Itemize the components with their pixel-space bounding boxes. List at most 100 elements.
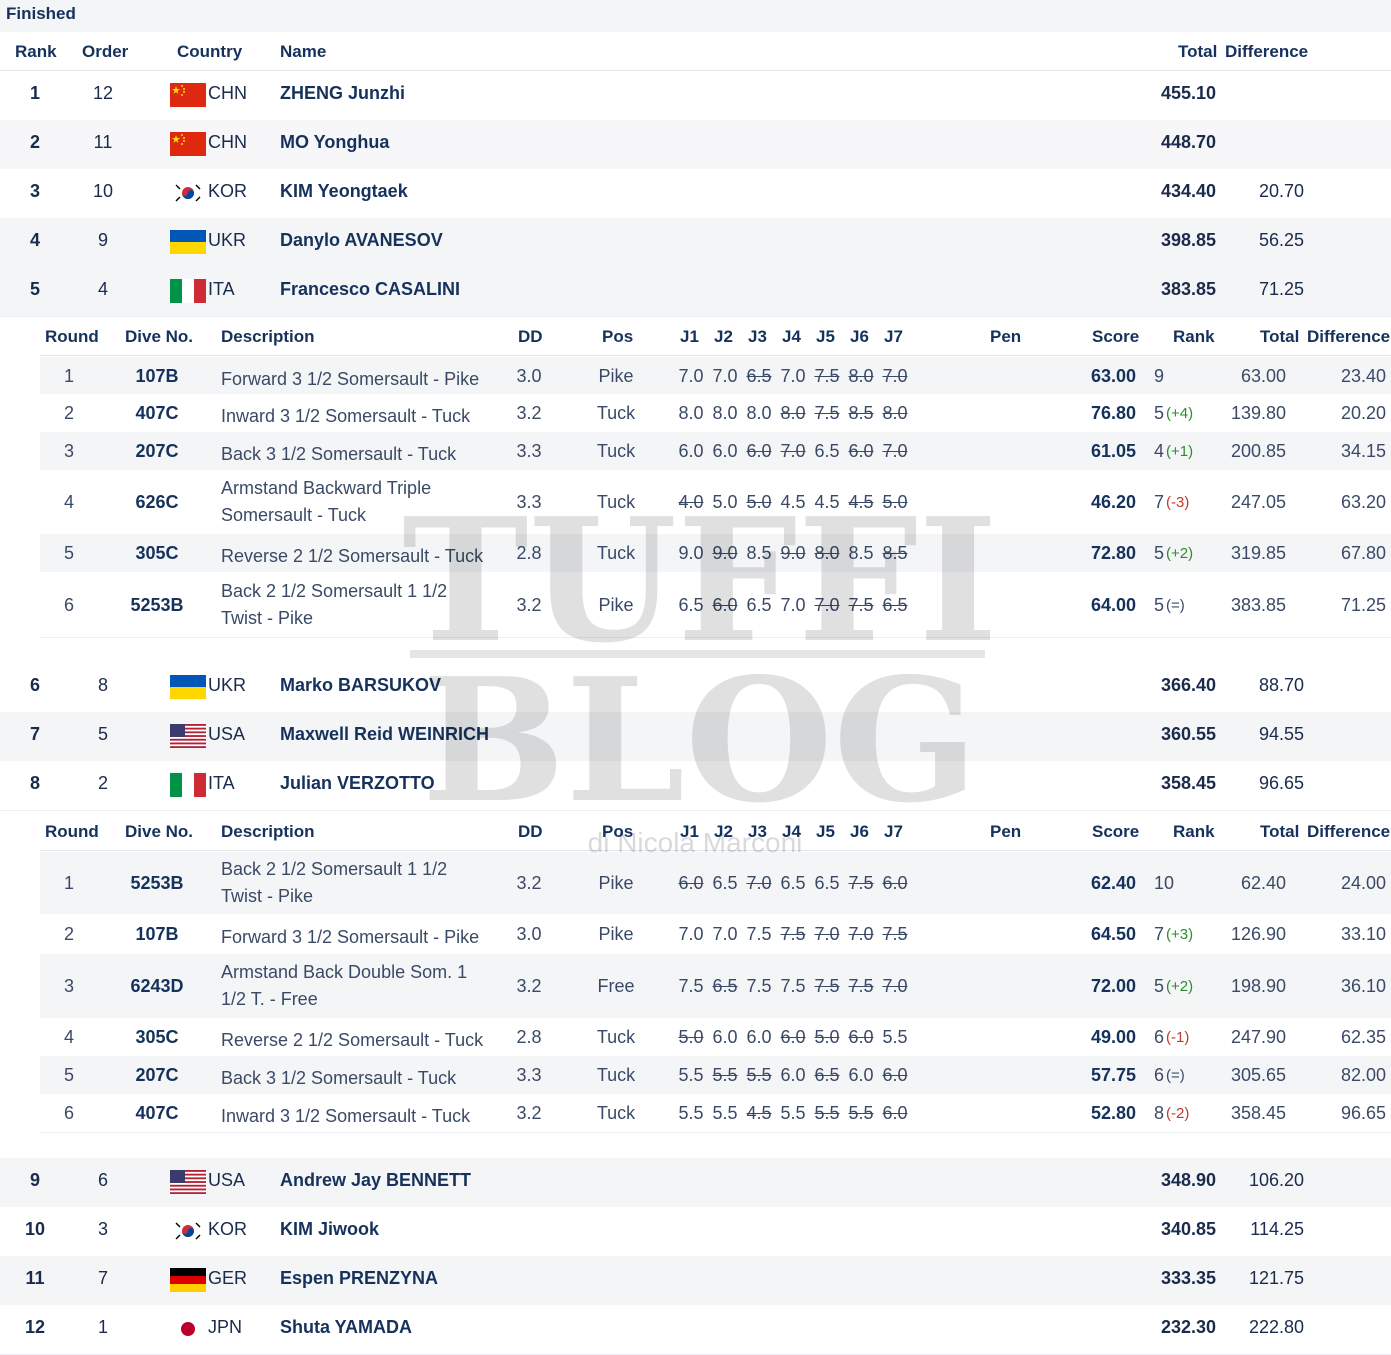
athlete-row[interactable]: 6 8 UKR Marko BARSUKOV 366.40 88.70 bbox=[0, 663, 1391, 713]
athlete-rank: 9 bbox=[29, 1170, 40, 1190]
dive-round: 3 bbox=[63, 976, 74, 996]
dive-dd: 3.0 bbox=[516, 366, 542, 386]
detail-col-j6: J6 bbox=[850, 822, 869, 841]
judge-score-j4: 8.0 bbox=[780, 403, 806, 423]
judge-score-j5: 6.5 bbox=[814, 1065, 840, 1085]
athlete-total: 360.55 bbox=[1160, 724, 1216, 744]
dive-position: Tuck bbox=[596, 492, 636, 512]
judge-score-j6: 7.5 bbox=[848, 976, 874, 996]
athlete-name[interactable]: Danylo AVANESOV bbox=[280, 230, 443, 251]
dive-row: 5 207C Back 3 1/2 Somersault - Tuck 3.3 Tuck… bbox=[40, 1056, 1391, 1095]
dive-difference: 71.25 bbox=[1340, 595, 1386, 615]
dive-row: 5 305C Reverse 2 1/2 Somersault - Tuck 2.8 T… bbox=[40, 534, 1391, 573]
dive-total: 63.00 bbox=[1240, 366, 1286, 386]
detail-col-total: Total bbox=[1260, 327, 1300, 346]
athlete-row[interactable]: 5 4 ITA Francesco CASALINI 383.85 71.25 bbox=[0, 267, 1391, 317]
athlete-row[interactable]: 3 10 KOR KIM Yeongtaek 434.40 20.70 bbox=[0, 169, 1391, 219]
dive-round: 4 bbox=[63, 492, 74, 512]
athlete-difference: 106.20 bbox=[1248, 1170, 1304, 1190]
judge-score-j5: 4.5 bbox=[814, 492, 840, 512]
detail-col-j4: J4 bbox=[782, 822, 801, 841]
judge-score-j7: 5.0 bbox=[882, 492, 908, 512]
athlete-row[interactable]: 7 5 USA Maxwell Reid WEINRICH 360.55 94.55 bbox=[0, 712, 1391, 762]
dive-difference: 96.65 bbox=[1340, 1103, 1386, 1123]
detail-col-j3: J3 bbox=[748, 822, 767, 841]
dive-dd: 3.2 bbox=[516, 403, 542, 423]
athlete-row[interactable]: 1 12 CHN ZHENG Junzhi 455.10 bbox=[0, 71, 1391, 121]
rank-change: (-1) bbox=[1166, 1029, 1190, 1046]
judge-score-j4: 4.5 bbox=[780, 492, 806, 512]
athlete-order: 8 bbox=[97, 675, 108, 695]
athlete-country: UKR bbox=[208, 230, 247, 250]
detail-col-j7: J7 bbox=[884, 327, 903, 346]
athlete-row[interactable]: 4 9 UKR Danylo AVANESOV 398.85 56.25 bbox=[0, 218, 1391, 268]
dive-number: 107B bbox=[135, 924, 179, 944]
athlete-name[interactable]: ZHENG Junzhi bbox=[280, 83, 405, 104]
kor-flag-icon bbox=[170, 1219, 206, 1248]
athlete-total: 434.40 bbox=[1160, 181, 1216, 201]
athlete-name[interactable]: Marko BARSUKOV bbox=[280, 675, 441, 696]
judge-score-j1: 9.0 bbox=[678, 543, 704, 563]
dive-difference: 67.80 bbox=[1340, 543, 1386, 563]
athlete-name[interactable]: MO Yonghua bbox=[280, 132, 389, 153]
usa-flag-icon bbox=[170, 1170, 206, 1199]
judge-score-j4: 6.5 bbox=[780, 873, 806, 893]
athlete-country: GER bbox=[208, 1268, 248, 1288]
judge-score-j5: 7.5 bbox=[814, 403, 840, 423]
detail-col-dive-no: Dive No. bbox=[125, 822, 194, 841]
athlete-difference: 88.70 bbox=[1258, 675, 1304, 695]
detail-col-j7: J7 bbox=[884, 822, 903, 841]
athlete-total: 455.10 bbox=[1160, 83, 1216, 103]
dive-detail-header: Round Dive No. Description DD Pos J1 J2 J3 J4 J5 J… bbox=[40, 318, 1391, 356]
judge-score-j7: 6.0 bbox=[882, 1103, 908, 1123]
athlete-rank: 2 bbox=[29, 132, 40, 152]
col-name: Name bbox=[280, 42, 327, 61]
dive-difference: 20.20 bbox=[1340, 403, 1386, 423]
dive-row: 4 626C Armstand Backward Triple Somersault… bbox=[40, 470, 1391, 535]
athlete-row[interactable]: 9 6 USA Andrew Jay BENNETT 348.90 106.20 bbox=[0, 1158, 1391, 1208]
athlete-name[interactable]: Julian VERZOTTO bbox=[280, 773, 435, 794]
athlete-name[interactable]: Espen PRENZYNA bbox=[280, 1268, 438, 1289]
athlete-name[interactable]: KIM Yeongtaek bbox=[280, 181, 408, 202]
judge-score-j2: 7.0 bbox=[712, 366, 738, 386]
athlete-rank: 10 bbox=[24, 1219, 46, 1239]
detail-col-round: Round bbox=[45, 327, 99, 346]
athlete-row[interactable]: 2 11 CHN MO Yonghua 448.70 bbox=[0, 120, 1391, 170]
dive-number: 207C bbox=[135, 441, 179, 461]
dive-score: 62.40 bbox=[1090, 873, 1136, 893]
athlete-row[interactable]: 12 1 JPN Shuta YAMADA 232.30 222.80 bbox=[0, 1305, 1391, 1355]
athlete-difference: 71.25 bbox=[1258, 279, 1304, 299]
athlete-row[interactable]: 8 2 ITA Julian VERZOTTO 358.45 96.65 bbox=[0, 761, 1391, 811]
judge-score-j1: 5.5 bbox=[678, 1065, 704, 1085]
athlete-name[interactable]: Maxwell Reid WEINRICH bbox=[280, 724, 489, 745]
dive-round: 4 bbox=[63, 1027, 74, 1047]
dive-score: 72.80 bbox=[1090, 543, 1136, 563]
athlete-name[interactable]: KIM Jiwook bbox=[280, 1219, 379, 1240]
judge-score-j2: 8.0 bbox=[712, 403, 738, 423]
rank-change: (=) bbox=[1166, 597, 1185, 614]
judge-score-j7: 8.5 bbox=[882, 543, 908, 563]
dive-number: 407C bbox=[135, 1103, 179, 1123]
judge-score-j7: 7.0 bbox=[882, 366, 908, 386]
dive-description: Armstand Backward Triple Somersault - Tu… bbox=[221, 478, 432, 525]
ukr-flag-icon bbox=[170, 230, 206, 259]
judge-score-j6: 6.0 bbox=[848, 441, 874, 461]
dive-dd: 3.2 bbox=[516, 976, 542, 996]
chn-flag-icon bbox=[170, 83, 206, 112]
dive-score: 46.20 bbox=[1090, 492, 1136, 512]
athlete-name[interactable]: Francesco CASALINI bbox=[280, 279, 460, 300]
dive-row: 2 107B Forward 3 1/2 Somersault - Pike 3.0 P… bbox=[40, 914, 1391, 955]
athlete-row[interactable]: 10 3 KOR KIM Jiwook 340.85 114.25 bbox=[0, 1207, 1391, 1257]
col-order: Order bbox=[82, 42, 129, 61]
dive-detail-header: Round Dive No. Description DD Pos J1 J2 J3 J4 J5 J… bbox=[40, 813, 1391, 851]
judge-score-j4: 6.0 bbox=[780, 1065, 806, 1085]
status-label: Finished bbox=[6, 4, 76, 23]
athlete-row[interactable]: 11 7 GER Espen PRENZYNA 333.35 121.75 bbox=[0, 1256, 1391, 1306]
judge-score-j6: 5.5 bbox=[848, 1103, 874, 1123]
detail-col-description: Description bbox=[221, 327, 315, 346]
athlete-name[interactable]: Andrew Jay BENNETT bbox=[280, 1170, 471, 1191]
dive-total: 126.90 bbox=[1230, 924, 1286, 944]
dive-description: Forward 3 1/2 Somersault - Pike bbox=[221, 369, 480, 389]
judge-score-j4: 7.0 bbox=[780, 595, 806, 615]
athlete-name[interactable]: Shuta YAMADA bbox=[280, 1317, 412, 1338]
